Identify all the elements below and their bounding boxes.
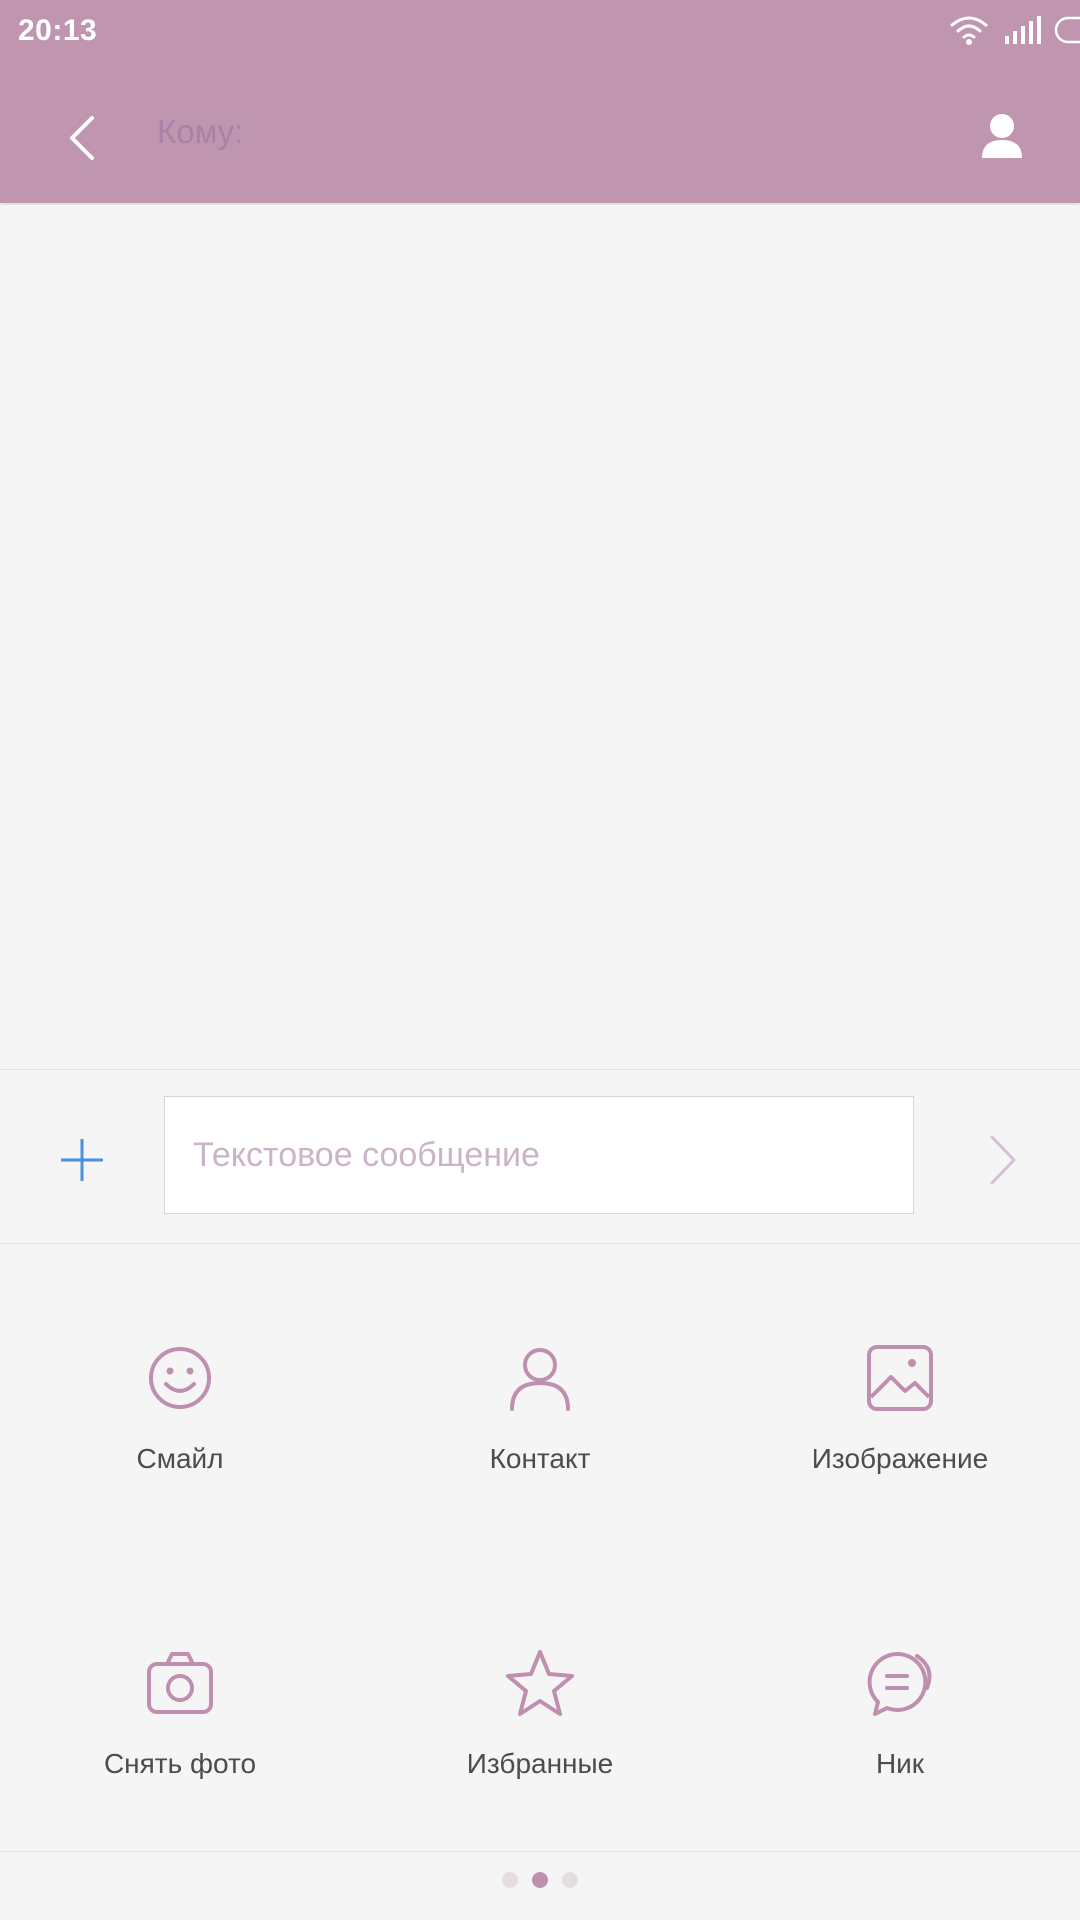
image-icon (865, 1343, 935, 1413)
attach-nick[interactable]: Ник (720, 1648, 1080, 1848)
battery-icon (1054, 16, 1080, 44)
signal-icon (1004, 16, 1044, 44)
chevron-left-icon (58, 116, 112, 172)
wifi-icon (949, 14, 989, 46)
attach-nick-label: Ник (875, 1748, 925, 1779)
attach-favorites[interactable]: Избранные (360, 1648, 720, 1848)
message-input[interactable] (164, 1096, 914, 1214)
contacts-button[interactable] (972, 106, 1032, 166)
attach-contact-label: Контакт (489, 1443, 591, 1474)
camera-icon (145, 1648, 215, 1718)
attach-smiley[interactable]: Смайл (0, 1343, 360, 1543)
attach-contact[interactable]: Контакт (360, 1343, 720, 1543)
page-dot[interactable] (562, 1872, 578, 1888)
person-icon (972, 114, 1032, 170)
star-icon (505, 1648, 575, 1718)
attach-image[interactable]: Изображение (720, 1343, 1080, 1543)
plus-icon (58, 1139, 106, 1188)
attach-smiley-label: Смайл (136, 1443, 224, 1474)
back-button[interactable] (58, 104, 112, 168)
page-dot-active[interactable] (532, 1872, 548, 1888)
chat-bubbles-icon (865, 1648, 935, 1718)
status-time: 20:13 (18, 14, 98, 47)
chevron-right-icon (982, 1135, 1022, 1193)
app-header: 20:13 Кому: (0, 0, 1080, 203)
page-indicator (0, 1872, 1080, 1892)
bottom-divider (0, 1851, 1080, 1852)
attach-image-label: Изображение (811, 1443, 989, 1474)
attach-camera-label: Снять фото (103, 1748, 257, 1779)
attach-camera[interactable]: Снять фото (0, 1648, 360, 1848)
attach-favorites-label: Избранные (466, 1748, 614, 1779)
recipient-label[interactable]: Кому: (157, 113, 243, 151)
attachment-grid: Смайл Контакт Изображение Снять фото Изб… (0, 1243, 1080, 1851)
page-dot[interactable] (502, 1872, 518, 1888)
smiley-icon (145, 1343, 215, 1413)
add-attachment-button[interactable] (58, 1136, 106, 1184)
send-button[interactable] (982, 1131, 1022, 1189)
message-thread-area (0, 205, 1080, 1069)
person-outline-icon (505, 1343, 575, 1413)
compose-bar (0, 1069, 1080, 1244)
